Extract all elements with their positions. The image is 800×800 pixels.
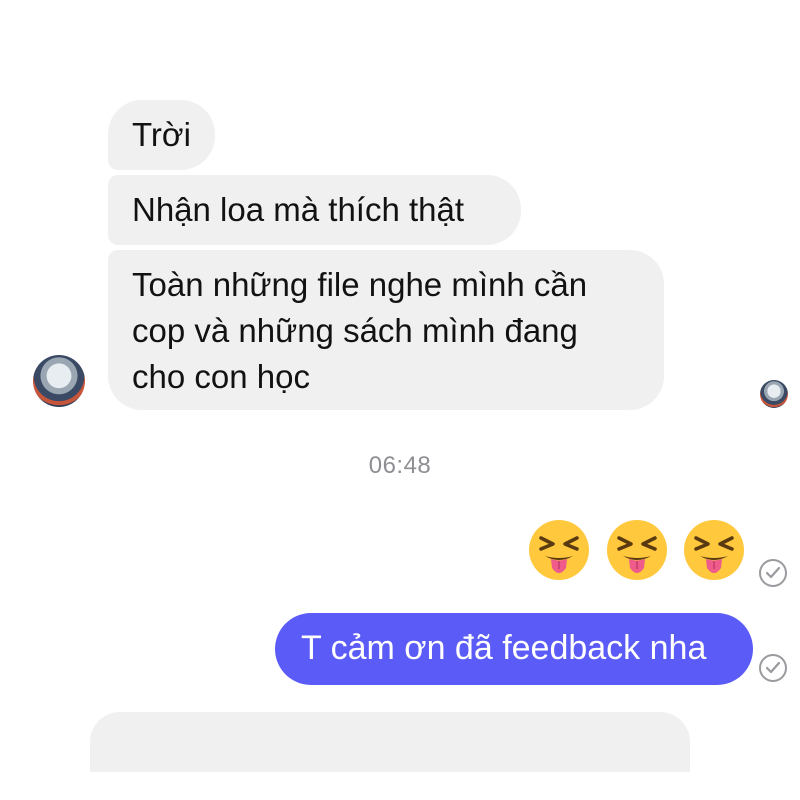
outgoing-message[interactable]: T cảm ơn đã feedback nha — [275, 613, 753, 685]
message-line: Toàn những file nghe mình cần — [132, 266, 588, 303]
squinting-face-with-tongue-icon[interactable] — [605, 518, 669, 582]
delivered-check-icon — [759, 559, 787, 587]
message-text: Trời — [132, 116, 191, 153]
squinting-face-with-tongue-icon[interactable] — [527, 518, 591, 582]
sender-avatar[interactable] — [33, 355, 85, 407]
message-text: Nhận loa mà thích thật — [132, 191, 465, 228]
message-timestamp: 06:48 — [368, 452, 432, 479]
incoming-message-3[interactable]: Toàn những file nghe mình cần cop và nhữ… — [108, 250, 664, 410]
delivered-check-icon — [759, 654, 787, 682]
squinting-face-with-tongue-icon[interactable] — [682, 518, 746, 582]
message-line: cho con học — [132, 358, 310, 395]
seen-by-avatar — [760, 380, 788, 408]
incoming-message-1[interactable]: Trời — [108, 100, 215, 170]
message-text: T cảm ơn đã feedback nha — [301, 629, 707, 667]
incoming-message-partial[interactable] — [90, 712, 690, 772]
incoming-message-2[interactable]: Nhận loa mà thích thật — [108, 175, 521, 245]
message-line: cop và những sách mình đang — [132, 312, 578, 349]
